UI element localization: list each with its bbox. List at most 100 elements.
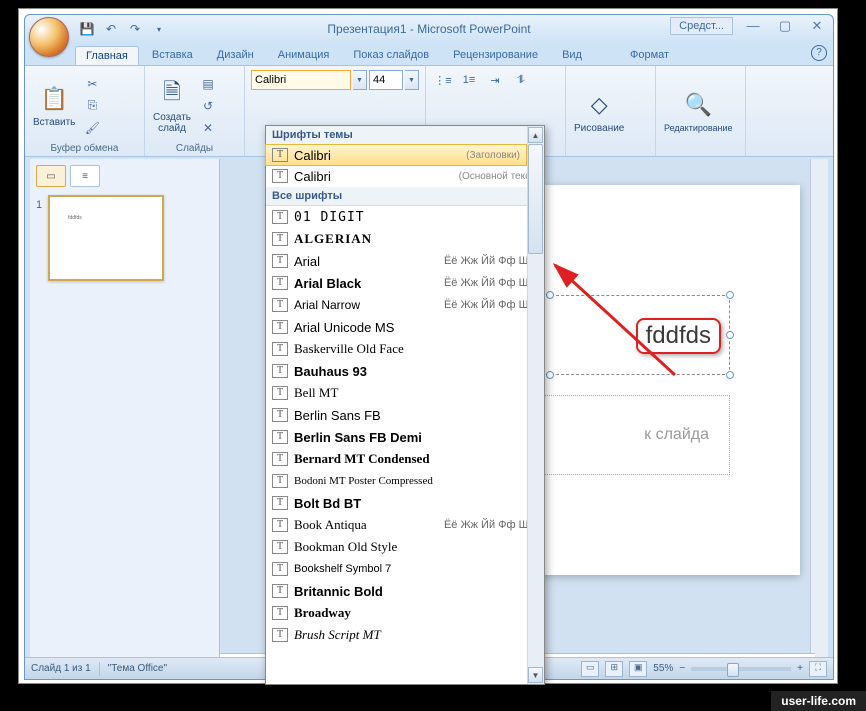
truetype-icon: T [272, 210, 288, 224]
scroll-up-icon[interactable]: ▲ [528, 127, 543, 143]
layout-icon[interactable]: ▤ [199, 75, 217, 93]
font-dropdown-arrow[interactable]: ▼ [353, 70, 367, 90]
font-option[interactable]: TBook AntiquaЁё Жж Йй Фф Щщ [266, 514, 544, 536]
tab-insert[interactable]: Вставка [141, 45, 204, 65]
office-button[interactable] [29, 17, 69, 57]
font-name-input[interactable]: Calibri [251, 70, 351, 90]
app-window: 💾 ↶ ↷ ▾ Презентация1 - Microsoft PowerPo… [24, 14, 834, 680]
undo-icon[interactable]: ↶ [101, 19, 121, 39]
tab-format[interactable]: Формат [619, 45, 680, 65]
editing-button[interactable]: 🔍 Редактирование [662, 87, 735, 135]
font-option[interactable]: TALGERIAN [266, 228, 544, 250]
font-size-input[interactable]: 44 [369, 70, 403, 90]
cut-icon[interactable]: ✂ [83, 75, 101, 93]
slides-tab[interactable]: ▭ [36, 165, 66, 187]
zoom-in-icon[interactable]: + [797, 663, 803, 674]
dropdown-scrollbar[interactable]: ▲ ▼ [527, 126, 544, 684]
truetype-icon: T [272, 452, 288, 466]
tab-slideshow[interactable]: Показ слайдов [342, 45, 440, 65]
new-slide-button[interactable]: 🗎 Создать слайд [151, 76, 193, 136]
font-option[interactable]: TBerlin Sans FB Demi [266, 426, 544, 448]
copy-icon[interactable]: ⎘ [83, 97, 101, 115]
font-option[interactable]: TBritannic Bold [266, 580, 544, 602]
truetype-icon: T [272, 364, 288, 378]
drawing-button[interactable]: ◇ Рисование [572, 87, 626, 136]
font-option[interactable]: TBodoni MT Poster Compressed [266, 470, 544, 492]
group-clipboard-label: Буфер обмена [31, 143, 138, 154]
truetype-icon: T [272, 474, 288, 488]
font-option[interactable]: T01 DIGIT [266, 206, 544, 228]
help-icon[interactable]: ? [811, 45, 827, 61]
font-option[interactable]: TArial Unicode MS [266, 316, 544, 338]
maximize-icon[interactable]: ▢ [775, 18, 795, 34]
outline-tab[interactable]: ≡ [70, 165, 100, 187]
bullets-icon[interactable]: ⋮≡ [432, 70, 454, 90]
tools-contextual-tab[interactable]: Средст... [670, 17, 733, 35]
scroll-down-icon[interactable]: ▼ [528, 667, 543, 683]
new-slide-icon: 🗎 [156, 78, 188, 110]
normal-view-icon[interactable]: ▭ [581, 661, 599, 677]
vertical-scrollbar[interactable] [810, 159, 828, 657]
sorter-view-icon[interactable]: ⊞ [605, 661, 623, 677]
font-option[interactable]: TBookman Old Style [266, 536, 544, 558]
truetype-icon: T [272, 169, 288, 183]
tab-view[interactable]: Вид [551, 45, 593, 65]
tab-design[interactable]: Дизайн [206, 45, 265, 65]
zoom-out-icon[interactable]: − [679, 663, 685, 674]
font-option[interactable]: TBell MT [266, 382, 544, 404]
qat-more-icon[interactable]: ▾ [149, 19, 169, 39]
theme-fonts-header: Шрифты темы [266, 126, 544, 145]
truetype-icon: T [272, 540, 288, 554]
minimize-icon[interactable]: — [743, 18, 763, 34]
truetype-icon: T [272, 606, 288, 620]
tab-review[interactable]: Рецензирование [442, 45, 549, 65]
font-option[interactable]: TArial BlackЁё Жж Йй Фф Щщ [266, 272, 544, 294]
font-option[interactable]: TBroadway [266, 602, 544, 624]
font-option[interactable]: TBookshelf Symbol 7 [266, 558, 544, 580]
window-title: Презентация1 - Microsoft PowerPoint [327, 22, 530, 36]
truetype-icon: T [272, 518, 288, 532]
font-option[interactable]: TBauhaus 93 [266, 360, 544, 382]
font-option[interactable]: TArialЁё Жж Йй Фф Щщ [266, 250, 544, 272]
all-fonts-header: Все шрифты [266, 187, 544, 206]
font-option[interactable]: TBaskerville Old Face [266, 338, 544, 360]
scroll-thumb[interactable] [528, 144, 543, 254]
truetype-icon: T [272, 628, 288, 642]
tab-home[interactable]: Главная [75, 46, 139, 65]
truetype-icon: T [272, 562, 288, 576]
font-option[interactable]: TArial NarrowЁё Жж Йй Фф Щщ [266, 294, 544, 316]
truetype-icon: T [272, 584, 288, 598]
zoom-value: 55% [653, 663, 673, 674]
truetype-icon: T [272, 496, 288, 510]
paste-button[interactable]: 📋 Вставить [31, 81, 77, 130]
slide-panel: ▭ ≡ 1 fddfds [30, 159, 220, 657]
tab-animations[interactable]: Анимация [267, 45, 341, 65]
save-icon[interactable]: 💾 [77, 19, 97, 39]
font-option[interactable]: TCalibri(Заголовки) [265, 144, 527, 166]
shapes-icon: ◇ [583, 89, 615, 121]
format-painter-icon[interactable]: 🖌 [83, 119, 101, 137]
slide-counter: Слайд 1 из 1 [31, 663, 91, 674]
slideshow-view-icon[interactable]: ▣ [629, 661, 647, 677]
truetype-icon: T [272, 298, 288, 312]
font-option[interactable]: TBerlin Sans FB [266, 404, 544, 426]
quick-access-toolbar: 💾 ↶ ↷ ▾ [77, 19, 169, 39]
size-dropdown-arrow[interactable]: ▼ [405, 70, 419, 90]
font-option[interactable]: TBolt Bd BT [266, 492, 544, 514]
zoom-slider[interactable] [691, 667, 791, 671]
truetype-icon: T [272, 276, 288, 290]
delete-icon[interactable]: ✕ [199, 119, 217, 137]
numbering-icon[interactable]: 1≡ [458, 70, 480, 90]
slide-thumbnail[interactable]: 1 fddfds [36, 195, 213, 281]
truetype-icon: T [272, 386, 288, 400]
font-option[interactable]: TBrush Script MT [266, 624, 544, 646]
truetype-icon: T [272, 408, 288, 422]
fit-icon[interactable]: ⛶ [809, 661, 827, 677]
close-icon[interactable]: ✕ [807, 18, 827, 34]
font-option[interactable]: TCalibri(Основной текст) [266, 165, 544, 187]
reset-icon[interactable]: ↺ [199, 97, 217, 115]
text-direction-icon[interactable]: ⥮ [510, 70, 532, 90]
font-option[interactable]: TBernard MT Condensed [266, 448, 544, 470]
indent-icon[interactable]: ⇥ [484, 70, 506, 90]
redo-icon[interactable]: ↷ [125, 19, 145, 39]
